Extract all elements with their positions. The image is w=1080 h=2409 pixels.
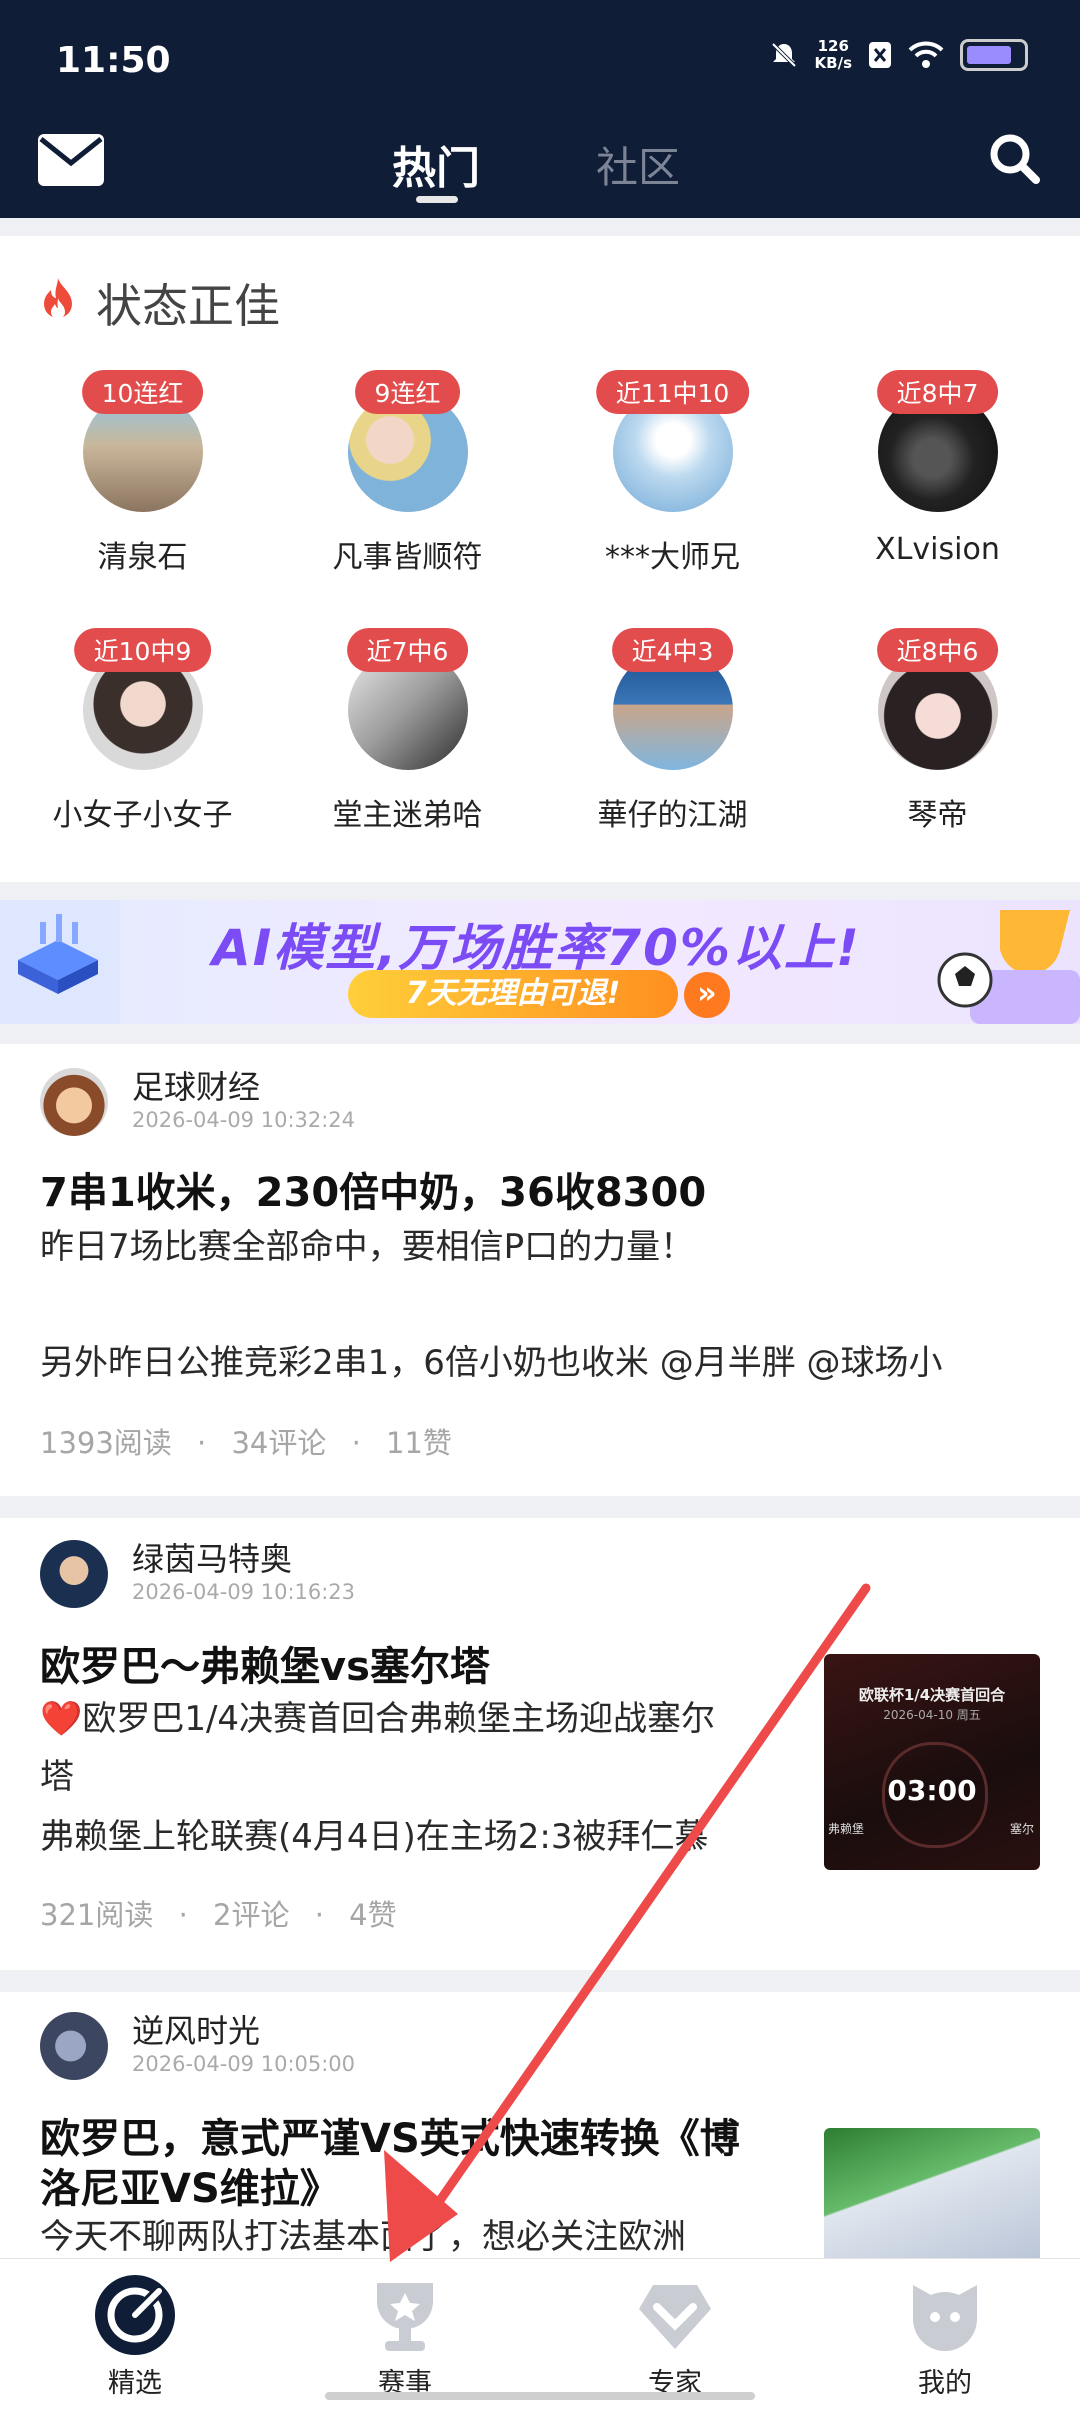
streak-badge: 10连红: [81, 370, 204, 414]
read-count: 321阅读: [40, 1898, 154, 1932]
active-tab-indicator: [416, 196, 458, 203]
wifi-icon: [908, 41, 944, 68]
trophy-ball-icon: [937, 910, 1080, 1024]
tab-hot[interactable]: 热门: [392, 132, 480, 196]
meta-separator: ·: [351, 1426, 361, 1460]
post-body-line: 塔: [40, 1757, 74, 1797]
top-header: 11:50 126 KB/s 热门 社区: [0, 0, 1080, 218]
nav-experts[interactable]: 专家: [540, 2269, 810, 2409]
hot-person[interactable]: 近7中6 堂主迷弟哈: [275, 628, 540, 838]
author-name[interactable]: 绿茵马特奥: [132, 1534, 292, 1580]
streak-badge: 近8中7: [876, 370, 999, 414]
hot-person[interactable]: 近8中6 琴帝: [805, 628, 1070, 838]
battery-icon: [960, 39, 1028, 71]
nav-label: 我的: [918, 2368, 972, 2399]
featured-icon: [95, 2275, 175, 2355]
author-avatar[interactable]: [40, 2012, 108, 2080]
like-count: 4赞: [349, 1898, 397, 1932]
hot-person[interactable]: 10连红 清泉石: [10, 370, 275, 580]
home-indicator[interactable]: [325, 2392, 755, 2400]
streak-badge: 近10中9: [73, 628, 212, 672]
thumb-time: 03:00: [887, 1774, 977, 1807]
trophy-icon: [377, 2283, 433, 2351]
thumb-team-left: 弗赖堡: [828, 1822, 865, 1836]
speed-unit: KB/s: [814, 54, 852, 72]
nav-label: 精选: [108, 2368, 162, 2399]
post-date: 2026-04-09 10:16:23: [132, 1580, 356, 1604]
comment-count: 2评论: [213, 1898, 290, 1932]
person-name: 凡事皆顺符: [332, 540, 483, 575]
mute-bell-icon: [771, 42, 796, 68]
person-name: XLvision: [875, 532, 1000, 567]
streak-badge: 近11中10: [595, 370, 750, 414]
banner-cta[interactable]: 7天无理由可退!: [348, 970, 678, 1018]
read-count: 1393阅读: [40, 1426, 172, 1460]
search-icon[interactable]: [986, 130, 1042, 186]
expert-icon: [639, 2285, 711, 2349]
tab-community[interactable]: 社区: [596, 134, 680, 195]
hot-person[interactable]: 近10中9 小女子小女子: [10, 628, 275, 838]
bottom-nav: 精选 赛事 专家 我的: [0, 2258, 1080, 2409]
promo-banner[interactable]: AI模型,万场胜率70%以上! 7天无理由可退! »: [0, 900, 1080, 1024]
status-icons: 126 KB/s: [769, 38, 1028, 72]
meta-separator: ·: [178, 1898, 188, 1932]
thumb-team-right: 塞尔: [1009, 1822, 1034, 1836]
hot-person[interactable]: 9连红 凡事皆顺符: [275, 370, 540, 580]
post-meta: 321阅读 · 2评论 · 4赞: [40, 1892, 397, 1934]
post-date: 2026-04-09 10:32:24: [132, 1108, 356, 1132]
nav-featured[interactable]: 精选: [0, 2269, 270, 2409]
nav-profile[interactable]: 我的: [810, 2269, 1080, 2409]
status-time: 11:50: [56, 40, 171, 81]
hot-person[interactable]: 近4中3 華仔的江湖: [540, 628, 805, 838]
comment-count: 34评论: [231, 1426, 327, 1460]
thumb-date: 2026-04-10 周五: [883, 1708, 981, 1722]
meta-separator: ·: [197, 1426, 207, 1460]
network-speed: 126 KB/s: [815, 38, 852, 72]
author-name[interactable]: 足球财经: [132, 1062, 260, 1108]
post-thumbnail[interactable]: [824, 2128, 1040, 2268]
sim-x-icon: [869, 42, 891, 68]
streak-badge: 9连红: [354, 370, 461, 414]
author-name[interactable]: 逆风时光: [132, 2006, 260, 2052]
post-date: 2026-04-09 10:05:00: [132, 2052, 356, 2076]
ai-cube-icon: [0, 900, 120, 1024]
banner-arrow[interactable]: »: [684, 972, 730, 1018]
person-name: 小女子小女子: [52, 798, 233, 833]
post-thumbnail[interactable]: 欧联杯1/4决赛首回合 2026-04-10 周五 03:00 弗赖堡 塞尔: [824, 1654, 1040, 1870]
post-body-line: 昨日7场比赛全部命中，要相信P口的力量！: [40, 1227, 695, 1267]
hot-person[interactable]: 近11中10 ***大师兄: [540, 370, 805, 580]
post-title-line[interactable]: 洛尼亚VS维拉》: [40, 2156, 340, 2214]
person-name: 華仔的江湖: [597, 798, 748, 833]
thumb-title: 欧联杯1/4决赛首回合: [858, 1686, 1006, 1704]
mail-icon[interactable]: [38, 134, 104, 186]
post-title[interactable]: 欧罗巴～弗赖堡vs塞尔塔: [40, 1634, 490, 1692]
meta-separator: ·: [314, 1898, 324, 1932]
profile-icon: [913, 2285, 977, 2351]
person-name: 堂主迷弟哈: [332, 798, 483, 833]
post-body-line: 弗赖堡上轮联赛(4月4日)在主场2:3被拜仁慕: [40, 1817, 709, 1857]
author-avatar[interactable]: [40, 1540, 108, 1608]
person-name: 清泉石: [97, 540, 188, 575]
nav-events[interactable]: 赛事: [270, 2269, 540, 2409]
fire-icon: [44, 278, 72, 319]
section-title: 状态正佳: [96, 279, 280, 333]
speed-value: 126: [817, 37, 849, 55]
post-title[interactable]: 7串1收米，230倍中奶，36收8300: [40, 1160, 706, 1218]
post-body-line: ❤️欧罗巴1/4决赛首回合弗赖堡主场迎战塞尔: [40, 1699, 716, 1739]
post-meta: 1393阅读 · 34评论 · 11赞: [40, 1420, 452, 1462]
person-name: 琴帝: [907, 798, 968, 833]
hot-person[interactable]: 近8中7 XLvision: [805, 370, 1070, 580]
streak-badge: 近4中3: [611, 628, 734, 672]
person-name: ***大师兄: [605, 540, 740, 575]
author-avatar[interactable]: [40, 1068, 108, 1136]
streak-badge: 近7中6: [346, 628, 469, 672]
like-count: 11赞: [386, 1426, 452, 1460]
streak-badge: 近8中6: [876, 628, 999, 672]
post-body-line: 另外昨日公推竞彩2串1，6倍小奶也收米 @月半胖 @球场小: [40, 1343, 943, 1383]
